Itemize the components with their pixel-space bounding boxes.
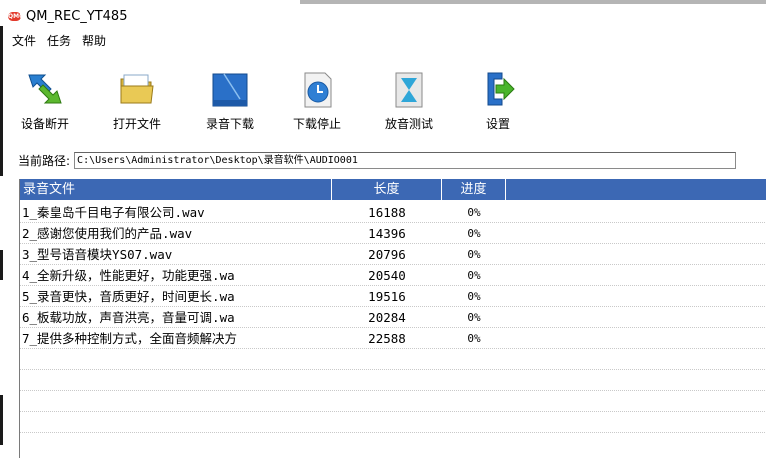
current-path-label: 当前路径: <box>18 153 71 168</box>
folder-icon <box>117 69 157 109</box>
file-progress: 0% <box>467 248 481 261</box>
empty-row <box>20 349 766 370</box>
stop-download-button[interactable]: 下载停止 <box>282 55 352 133</box>
column-header-filler <box>506 179 766 200</box>
file-progress: 0% <box>467 206 481 219</box>
empty-row <box>20 391 766 412</box>
clock-stop-icon <box>297 69 337 109</box>
empty-row <box>20 412 766 433</box>
play-test-button[interactable]: 放音测试 <box>374 55 444 133</box>
play-test-label: 放音测试 <box>384 117 433 131</box>
window-left-edge <box>0 0 7 458</box>
settings-button[interactable]: 设置 <box>463 55 533 133</box>
app-logo-icon: QMC <box>8 11 24 21</box>
stop-download-label: 下载停止 <box>292 117 341 131</box>
file-length: 22588 <box>368 331 406 346</box>
menu-help[interactable]: 帮助 <box>81 32 107 49</box>
list-header: 录音文件 长度 进度 <box>20 179 766 200</box>
list-item[interactable]: 1_秦皇岛千目电子有限公司.wav 16188 0% <box>20 202 766 223</box>
column-header-progress[interactable]: 进度 <box>442 179 506 200</box>
record-download-label: 录音下载 <box>205 117 254 131</box>
list-item[interactable]: 2_感谢您使用我们的产品.wav 14396 0% <box>20 223 766 244</box>
list-item[interactable]: 6_板载功放，声音洪亮，音量可调.wa 20284 0% <box>20 307 766 328</box>
column-header-length[interactable]: 长度 <box>332 179 442 200</box>
open-file-label: 打开文件 <box>112 117 161 131</box>
file-name: 2_感谢您使用我们的产品.wav <box>22 226 193 241</box>
file-progress: 0% <box>467 311 481 324</box>
file-length: 20796 <box>368 247 406 262</box>
file-progress: 0% <box>467 332 481 345</box>
device-disconnect-icon <box>25 69 65 109</box>
file-length: 20284 <box>368 310 406 325</box>
record-download-icon <box>210 69 250 109</box>
menu-bar: 文件 任务 帮助 <box>11 30 116 50</box>
column-header-file[interactable]: 录音文件 <box>20 179 332 200</box>
file-name: 7_提供多种控制方式，全面音频解决方 <box>22 331 238 346</box>
file-name: 5_录音更快，音质更好，时间更长.wa <box>22 289 235 304</box>
current-path-row: 当前路径: C:\Users\Administrator\Desktop\录音软… <box>18 150 737 170</box>
file-length: 20540 <box>368 268 406 283</box>
hourglass-icon <box>389 69 429 109</box>
empty-row <box>20 370 766 391</box>
list-rows: 1_秦皇岛千目电子有限公司.wav 16188 0% 2_感谢您使用我们的产品.… <box>20 202 766 433</box>
list-item[interactable]: 4_全新升级，性能更好，功能更强.wa 20540 0% <box>20 265 766 286</box>
list-item[interactable]: 5_录音更快，音质更好，时间更长.wa 19516 0% <box>20 286 766 307</box>
file-length: 16188 <box>368 205 406 220</box>
toolbar: 设备断开 打开文件 录音下载 下载停止 放音测试 设置 <box>10 55 766 135</box>
file-progress: 0% <box>467 290 481 303</box>
disconnect-label: 设备断开 <box>20 117 69 131</box>
file-progress: 0% <box>467 227 481 240</box>
menu-task[interactable]: 任务 <box>46 32 72 49</box>
list-item[interactable]: 7_提供多种控制方式，全面音频解决方 22588 0% <box>20 328 766 349</box>
exit-arrow-icon <box>478 69 518 109</box>
file-progress: 0% <box>467 269 481 282</box>
window-title: QM_REC_YT485 <box>26 8 128 24</box>
file-name: 3_型号语音模块YS07.wav <box>22 247 173 262</box>
open-file-button[interactable]: 打开文件 <box>102 55 172 133</box>
menu-file[interactable]: 文件 <box>11 32 37 49</box>
list-item[interactable]: 3_型号语音模块YS07.wav 20796 0% <box>20 244 766 265</box>
record-download-button[interactable]: 录音下载 <box>195 55 265 133</box>
file-name: 6_板载功放，声音洪亮，音量可调.wa <box>22 310 235 325</box>
file-length: 19516 <box>368 289 406 304</box>
recording-file-list[interactable]: 录音文件 长度 进度 1_秦皇岛千目电子有限公司.wav 16188 0% 2_… <box>19 179 766 458</box>
file-length: 14396 <box>368 226 406 241</box>
disconnect-button[interactable]: 设备断开 <box>10 55 80 133</box>
file-name: 1_秦皇岛千目电子有限公司.wav <box>22 205 205 220</box>
current-path-field[interactable]: C:\Users\Administrator\Desktop\录音软件\AUDI… <box>74 151 737 169</box>
background-window-strip <box>300 0 766 4</box>
settings-label: 设置 <box>485 117 510 131</box>
title-bar[interactable]: QMC QM_REC_YT485 <box>8 6 766 26</box>
file-name: 4_全新升级，性能更好，功能更强.wa <box>22 268 235 283</box>
